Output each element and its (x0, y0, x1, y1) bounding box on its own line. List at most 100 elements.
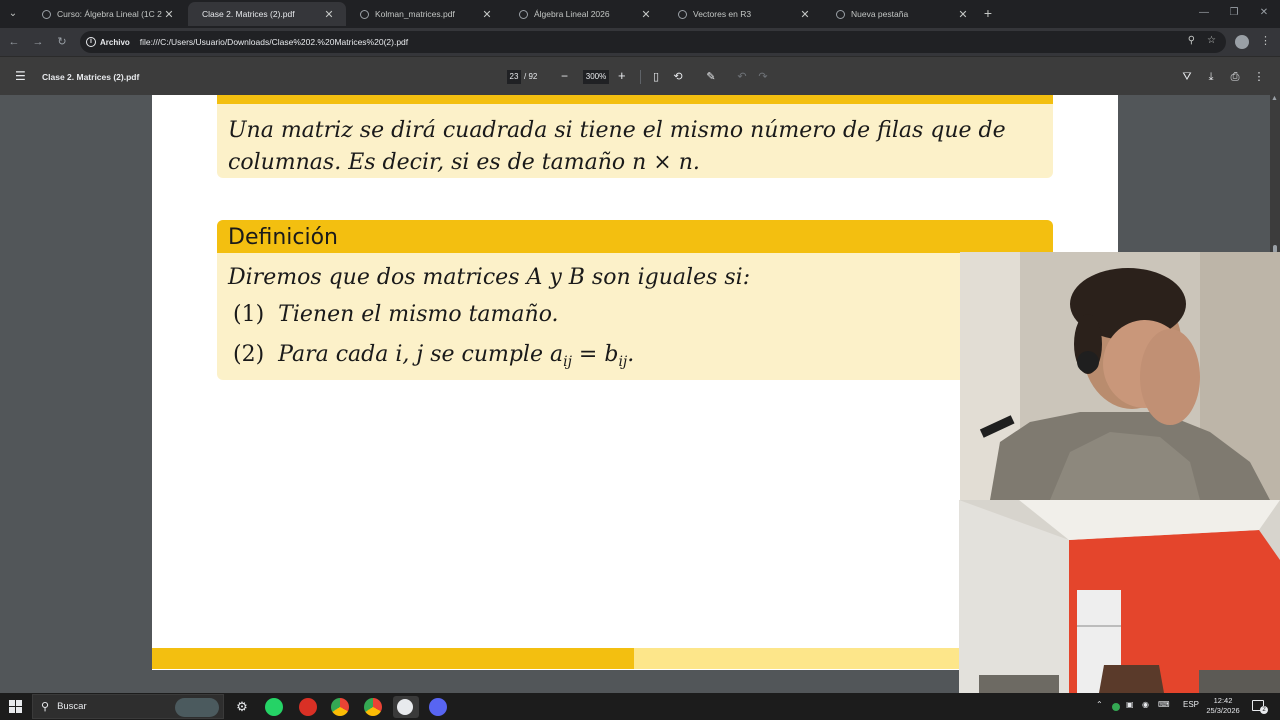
tray-status-icon[interactable] (1112, 703, 1120, 711)
pdf-toolbar: ☰ Clase 2. Matrices (2).pdf 23 / 92 − 30… (0, 56, 1280, 95)
browser-toolbar: ← → ↻ i Archivo file:///C:/Users/Usuario… (0, 28, 1280, 56)
chip-label: Archivo (100, 37, 130, 47)
subscript: ij (618, 354, 628, 370)
scroll-up-icon[interactable]: ▲ (1271, 95, 1278, 102)
taskbar-search[interactable]: ⚲ Buscar (32, 694, 224, 719)
globe-favicon-icon (519, 9, 528, 19)
tab-clase-2-matrices[interactable]: Clase 2. Matrices (2).pdf ✕ (188, 2, 346, 26)
download-icon[interactable]: ⤓ (1204, 70, 1218, 84)
tab-title: Kolman_matrices.pdf (375, 9, 455, 19)
tab-search-icon[interactable]: ⌄ (5, 6, 21, 22)
pdf-title: Clase 2. Matrices (2).pdf (42, 72, 140, 82)
item-text: Para cada i, j se cumple a (278, 342, 564, 367)
profile-avatar[interactable] (1235, 35, 1249, 49)
undo-icon[interactable]: ↶ (735, 70, 749, 84)
discord-icon[interactable] (429, 698, 447, 716)
annotate-icon[interactable]: ✎ (704, 70, 718, 84)
reload-icon[interactable]: ↻ (54, 34, 70, 50)
definition-item-2: (2) Para cada i, j se cumple aij = bij. (233, 342, 634, 370)
windows-logo-icon (9, 707, 15, 713)
tab-title: Álgebra Lineal 2026 (534, 9, 610, 19)
search-highlight-image (175, 698, 219, 717)
slide-footer-band-left (152, 648, 634, 669)
site-info-chip[interactable]: i Archivo (86, 37, 130, 47)
minimize-icon[interactable]: — (1190, 4, 1218, 22)
item-number: (1) (233, 302, 265, 327)
back-icon[interactable]: ← (6, 34, 22, 50)
zoom-in-icon[interactable]: + (618, 68, 626, 83)
tray-app-icon[interactable]: ◉ (1142, 700, 1149, 709)
forward-icon[interactable]: → (30, 34, 46, 50)
definition-intro: Diremos que dos matrices A y B son igual… (228, 265, 751, 290)
tab-title: Clase 2. Matrices (2).pdf (202, 9, 295, 19)
tab-vectores-r3[interactable]: Vectores en R3 ✕ (664, 2, 822, 26)
settings-gear-icon[interactable]: ⚙ (233, 698, 251, 716)
definition-heading: Definición (217, 220, 1053, 253)
block-text-line: Una matriz se dirá cuadrada si tiene el … (228, 118, 1006, 143)
rotate-icon[interactable]: ⟲ (671, 70, 685, 84)
search-icon: ⚲ (41, 701, 50, 713)
sidebar-menu-icon[interactable]: ☰ (15, 69, 27, 83)
address-bar[interactable]: i Archivo file:///C:/Users/Usuario/Downl… (80, 31, 1226, 53)
item-text: = b (571, 342, 619, 367)
whatsapp-icon[interactable] (265, 698, 283, 716)
chrome-profile-icon[interactable] (364, 698, 382, 716)
tab-curso[interactable]: Curso: Álgebra Lineal (1C 2026) ✕ (28, 2, 186, 26)
webcam-face-image (960, 252, 1280, 500)
zoom-level-input[interactable]: 300% (583, 70, 609, 84)
tab-nueva-pestana[interactable]: Nueva pestaña ✕ (822, 2, 980, 26)
moodle-favicon-icon (42, 9, 51, 19)
new-tab-button[interactable]: + (980, 4, 996, 22)
block-text-line: columnas. Es decir, si es de tamaño n × … (228, 150, 700, 175)
webcam-room-overlay (959, 500, 1280, 693)
taskbar-clock[interactable]: 12:42 25/3/2026 (1203, 696, 1243, 716)
tab-title: Nueva pestaña (851, 9, 909, 19)
app-red-icon[interactable] (299, 698, 317, 716)
close-icon[interactable]: ✕ (480, 8, 494, 21)
browser-menu-icon[interactable]: ⋮ (1260, 34, 1271, 47)
save-to-drive-icon[interactable]: ⛛ (1180, 70, 1194, 84)
windows-taskbar: ⚲ Buscar ⚙ ⌃ ▣ ◉ ⌨ ESP 12:42 25/3/2026 2 (0, 693, 1280, 720)
item-text: Tienen el mismo tamaño. (278, 302, 559, 327)
notification-badge: 2 (1260, 706, 1268, 714)
close-icon[interactable]: ✕ (798, 8, 812, 21)
chrome-icon[interactable] (331, 698, 349, 716)
subscript: ij (563, 354, 572, 370)
print-icon[interactable]: ⎙ (1228, 70, 1242, 84)
zoom-icon[interactable]: ⚲ (1188, 35, 1195, 46)
toolbar-divider (640, 70, 641, 84)
close-icon[interactable]: ✕ (639, 8, 653, 21)
obs-icon[interactable] (397, 699, 413, 715)
bookmark-star-icon[interactable]: ☆ (1207, 35, 1216, 46)
more-options-icon[interactable]: ⋮ (1252, 70, 1266, 84)
language-indicator[interactable]: ESP (1183, 700, 1199, 709)
clock-date: 25/3/2026 (1206, 706, 1240, 715)
item-number: (2) (233, 342, 265, 367)
keyboard-icon[interactable]: ⌨ (1158, 700, 1170, 709)
page-number-input[interactable]: 23 (507, 70, 521, 84)
fit-page-icon[interactable]: ▯ (649, 70, 663, 84)
tray-chevron-icon[interactable]: ⌃ (1096, 700, 1103, 709)
close-icon[interactable]: ✕ (322, 8, 336, 21)
close-icon[interactable]: ✕ (956, 8, 970, 21)
webcam-room-image (959, 500, 1280, 693)
windows-logo-icon (16, 707, 22, 713)
zoom-out-icon[interactable]: − (561, 69, 568, 83)
tray-app-icon[interactable]: ▣ (1126, 700, 1134, 709)
page-total: / 92 (524, 72, 538, 81)
tab-algebra-lineal[interactable]: Álgebra Lineal 2026 ✕ (505, 2, 663, 26)
url-text[interactable]: file:///C:/Users/Usuario/Downloads/Clase… (140, 37, 408, 47)
definition-block: Definición Diremos que dos matrices A y … (217, 220, 1053, 380)
close-icon[interactable]: ✕ (162, 8, 176, 21)
windows-logo-icon (16, 700, 22, 706)
item-text: . (627, 342, 635, 367)
window-close-icon[interactable]: ✕ (1250, 4, 1278, 22)
globe-favicon-icon (360, 9, 369, 19)
clock-time: 12:42 (1213, 696, 1233, 705)
start-button[interactable] (9, 700, 22, 713)
webcam-face-overlay (960, 252, 1280, 500)
tab-kolman[interactable]: Kolman_matrices.pdf ✕ (346, 2, 504, 26)
geogebra-favicon-icon (678, 9, 687, 19)
restore-icon[interactable]: ❐ (1220, 4, 1248, 22)
redo-icon[interactable]: ↷ (756, 70, 770, 84)
